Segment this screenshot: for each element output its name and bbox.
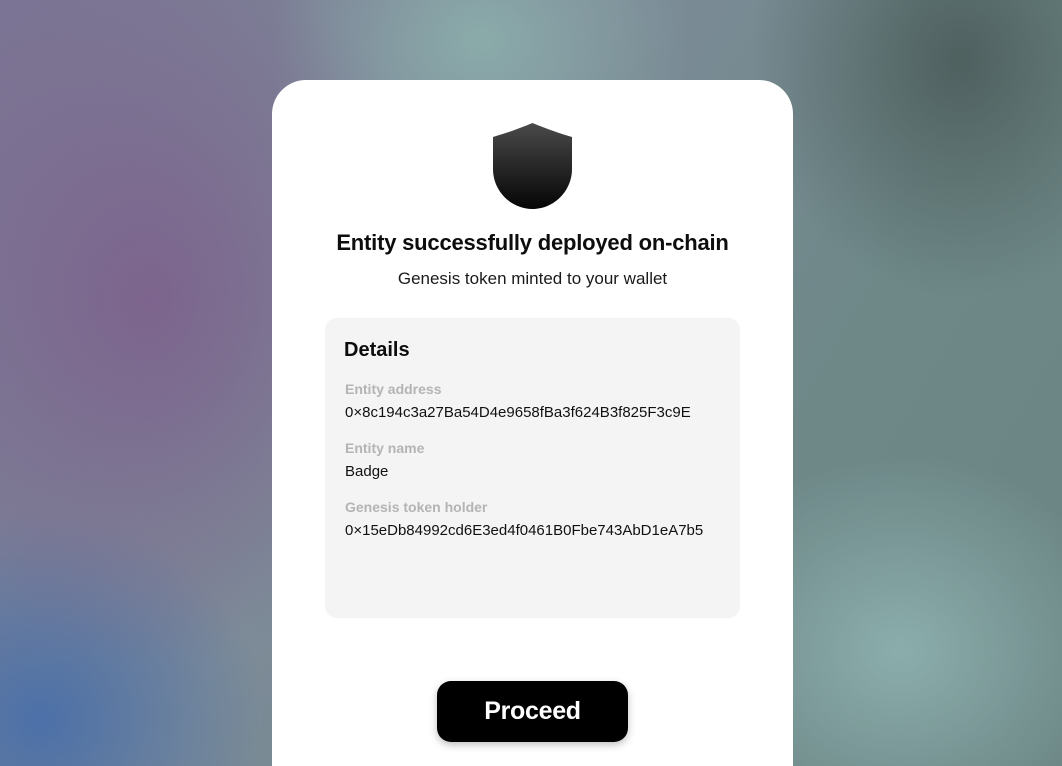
details-heading: Details: [344, 339, 410, 361]
genesis-token-holder-label: Genesis token holder: [345, 499, 488, 515]
entity-address-label: Entity address: [345, 381, 442, 397]
entity-address-value: 0×8c194c3a27Ba54D4e9658fBa3f624B3f825F3c…: [345, 404, 691, 421]
proceed-button[interactable]: Proceed: [437, 681, 628, 742]
details-panel: Details Entity address 0×8c194c3a27Ba54D…: [325, 318, 740, 618]
success-dialog: Entity successfully deployed on-chain Ge…: [272, 80, 793, 766]
entity-name-label: Entity name: [345, 440, 425, 456]
shield-icon: [493, 123, 572, 209]
entity-name-value: Badge: [345, 463, 389, 480]
genesis-token-holder-value: 0×15eDb84992cd6E3ed4f0461B0Fbe743AbD1eA7…: [345, 522, 704, 539]
dialog-subtitle: Genesis token minted to your wallet: [397, 269, 668, 288]
dialog-title: Entity successfully deployed on-chain: [336, 230, 729, 255]
